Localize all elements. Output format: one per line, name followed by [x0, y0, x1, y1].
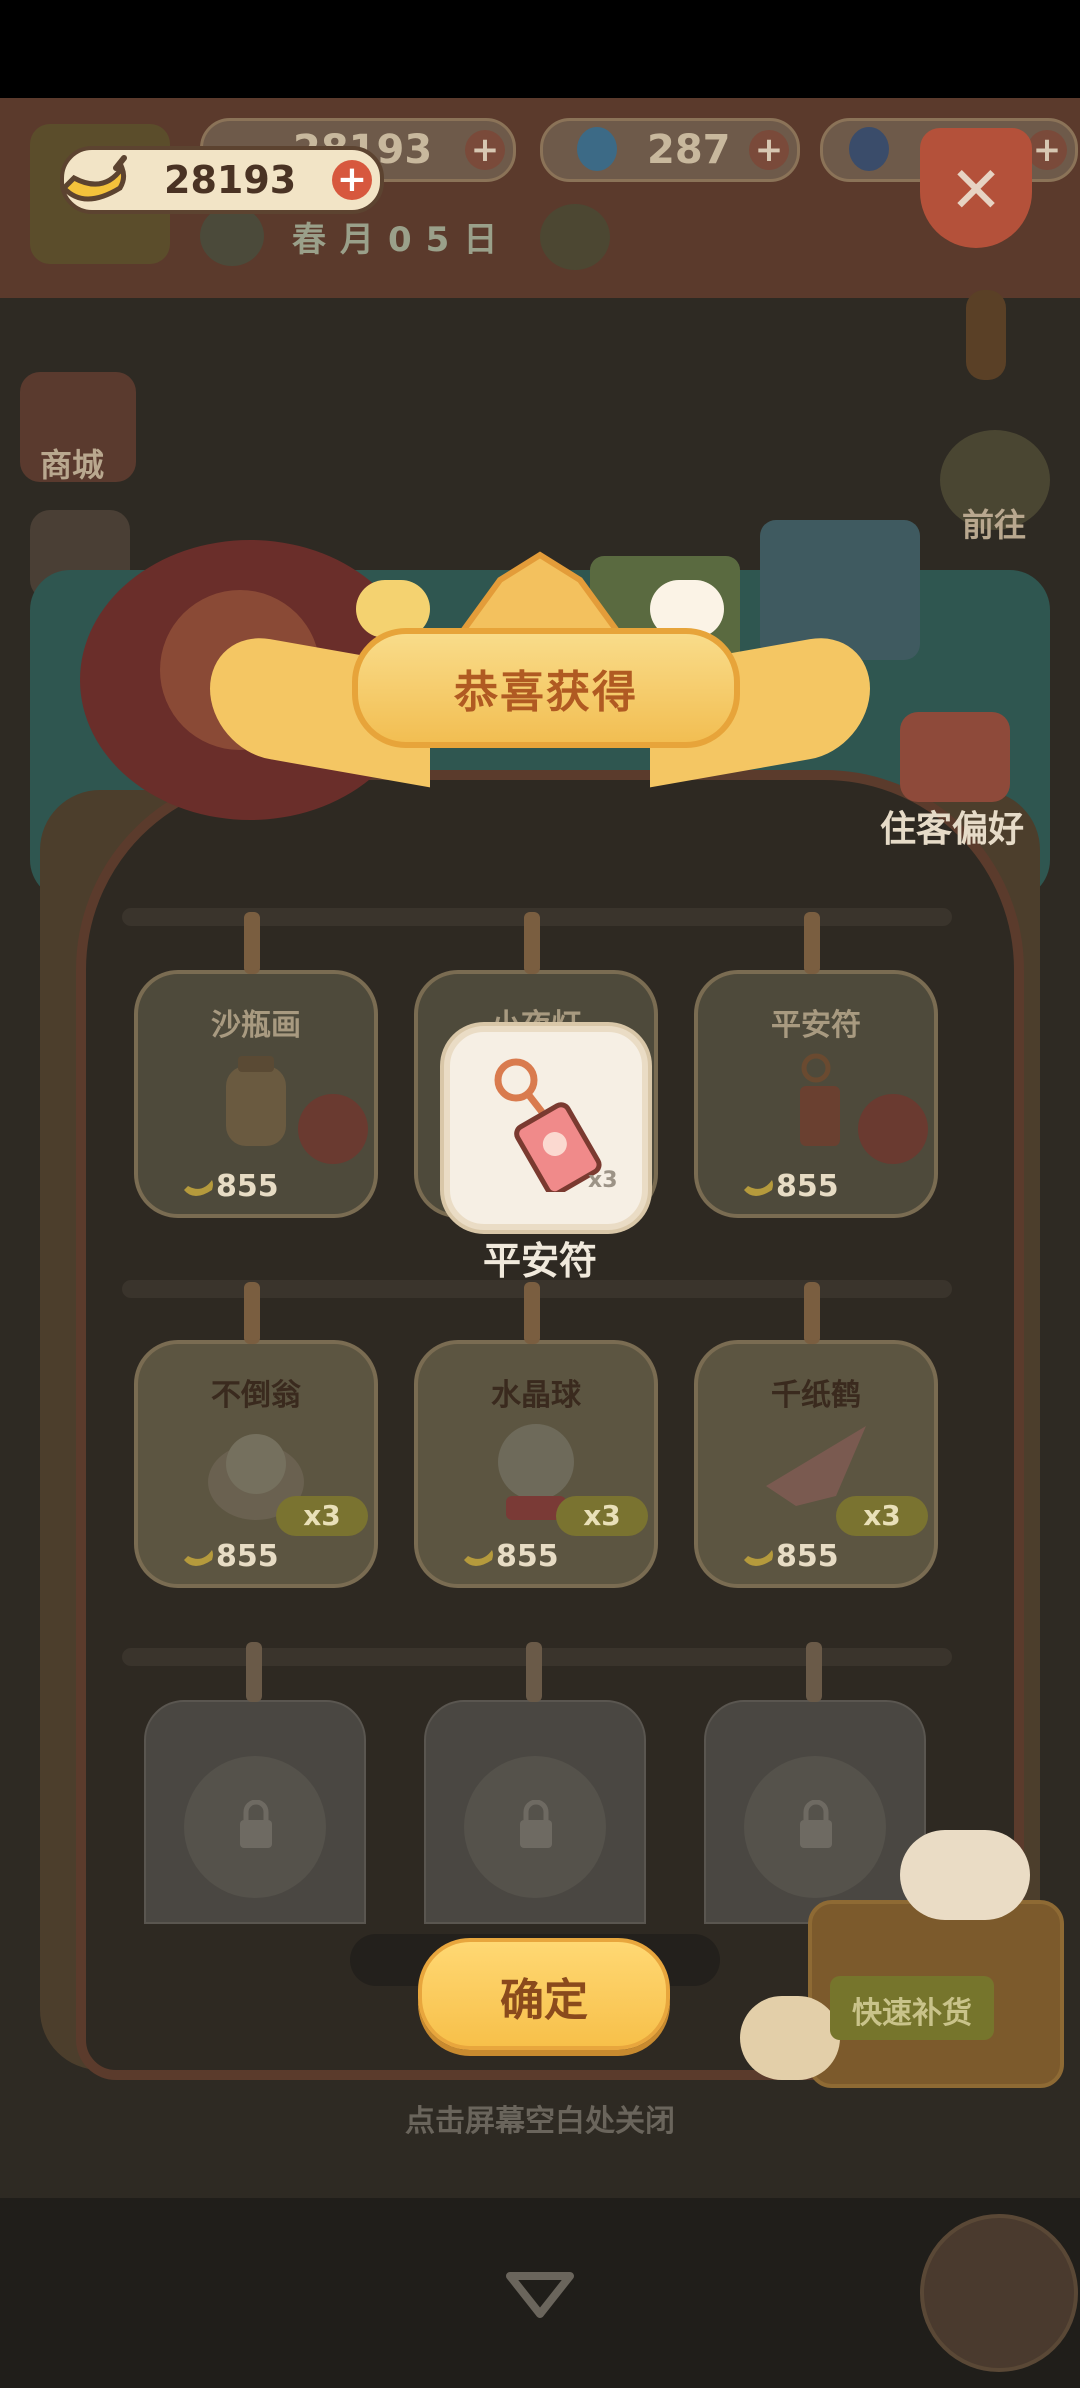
- guest-pref-label[interactable]: 住客偏好: [880, 800, 1024, 852]
- paw-badge-icon: [298, 1094, 368, 1164]
- banana-icon: [744, 1180, 773, 1196]
- sand-bottle-icon: [226, 1056, 286, 1146]
- banana-icon: [60, 155, 127, 202]
- cat-mascot-icon: [900, 1830, 1030, 1920]
- card-hook: [246, 1642, 262, 1702]
- close-button[interactable]: ✕: [920, 128, 1032, 248]
- amulet-icon: [800, 1053, 840, 1146]
- banana-plus-icon[interactable]: +: [332, 160, 372, 200]
- goto-label[interactable]: 前往: [962, 500, 1026, 546]
- item-name: 沙瓶画: [211, 1008, 301, 1043]
- card-hook: [804, 1282, 820, 1344]
- flame-gem-icon: [577, 127, 617, 171]
- status-bar: [0, 0, 1080, 98]
- close-icon: ✕: [949, 154, 1003, 228]
- item-qty-badge: x3: [556, 1496, 648, 1536]
- moon-icon: [200, 206, 264, 266]
- item-card[interactable]: 不倒翁 x3 855: [134, 1282, 378, 1588]
- restock-label: 快速补货: [852, 1996, 972, 2031]
- crescent-moon-icon: [540, 204, 610, 270]
- gem-count: 287: [647, 127, 731, 173]
- banana-icon: [464, 1550, 493, 1566]
- confirm-button[interactable]: 确定: [418, 1938, 670, 2050]
- blue-gift-decoration: [760, 520, 920, 660]
- item-price: 855: [216, 1169, 279, 1204]
- card-hook: [244, 1282, 260, 1344]
- item-price: 855: [776, 1169, 839, 1204]
- locked-slot: [704, 1642, 926, 1924]
- item-card[interactable]: 平安符 855: [694, 912, 938, 1218]
- reward-name: 平安符: [482, 1239, 597, 1283]
- card-hook: [244, 912, 260, 974]
- locked-slot: [144, 1642, 366, 1924]
- card-hook: [526, 1642, 542, 1702]
- item-card[interactable]: 水晶球 x3 855: [414, 1282, 658, 1588]
- shop-label[interactable]: 商城: [40, 440, 104, 486]
- card-hook: [804, 912, 820, 974]
- congrats-banner: 恭喜获得: [352, 628, 740, 748]
- gem-pill[interactable]: 287 +: [540, 118, 800, 182]
- item-qty-badge: x3: [276, 1496, 368, 1536]
- reward-item-box: [444, 1026, 648, 1230]
- hanging-ornament-icon: [966, 290, 1006, 380]
- item-price: 855: [776, 1539, 839, 1574]
- banana-icon: [184, 1180, 213, 1196]
- confirm-label: 确定: [500, 1975, 588, 2026]
- amulet-icon: [494, 1058, 602, 1192]
- item-card[interactable]: 千纸鹤 x3 855: [694, 1282, 938, 1588]
- card-hook: [524, 1282, 540, 1344]
- lock-icon: [240, 1800, 272, 1848]
- item-name: 不倒翁: [211, 1378, 301, 1413]
- banana-icon: [744, 1550, 773, 1566]
- banana-icon: [184, 1550, 213, 1566]
- small-cat-icon: [740, 1996, 840, 2080]
- yarn-ball-icon[interactable]: [920, 2214, 1078, 2372]
- crown-icon: [454, 551, 626, 638]
- feather-plus-icon[interactable]: +: [1027, 130, 1067, 170]
- item-price: 855: [496, 1539, 559, 1574]
- locked-slot: [424, 1642, 646, 1924]
- lock-icon: [520, 1800, 552, 1848]
- card-hook: [806, 1642, 822, 1702]
- date-text: 春月05日: [292, 219, 512, 260]
- item-name: 平安符: [771, 1008, 861, 1043]
- banana-count: 28193: [164, 158, 297, 202]
- dim-plus-icon: +: [465, 130, 505, 170]
- item-card[interactable]: 沙瓶画 855: [134, 912, 378, 1218]
- paw-badge-icon: [858, 1094, 928, 1164]
- gem-plus-icon[interactable]: +: [749, 130, 789, 170]
- lock-icon: [800, 1800, 832, 1848]
- chevron-down-icon[interactable]: [500, 2264, 580, 2324]
- guest-pref-gift-icon[interactable]: [900, 712, 1010, 802]
- banner-title: 恭喜获得: [454, 667, 638, 718]
- restock-button[interactable]: 快速补货: [830, 1976, 994, 2040]
- close-tip[interactable]: 点击屏幕空白处关闭: [290, 2096, 790, 2140]
- feather-icon: [849, 127, 889, 171]
- item-qty-badge: x3: [836, 1496, 928, 1536]
- card-hook: [524, 912, 540, 974]
- item-name: 水晶球: [491, 1378, 581, 1413]
- item-price: 855: [216, 1539, 279, 1574]
- item-name: 千纸鹤: [771, 1378, 861, 1413]
- banana-counter[interactable]: 28193 +: [60, 146, 384, 214]
- reward-qty: x3: [588, 1168, 618, 1193]
